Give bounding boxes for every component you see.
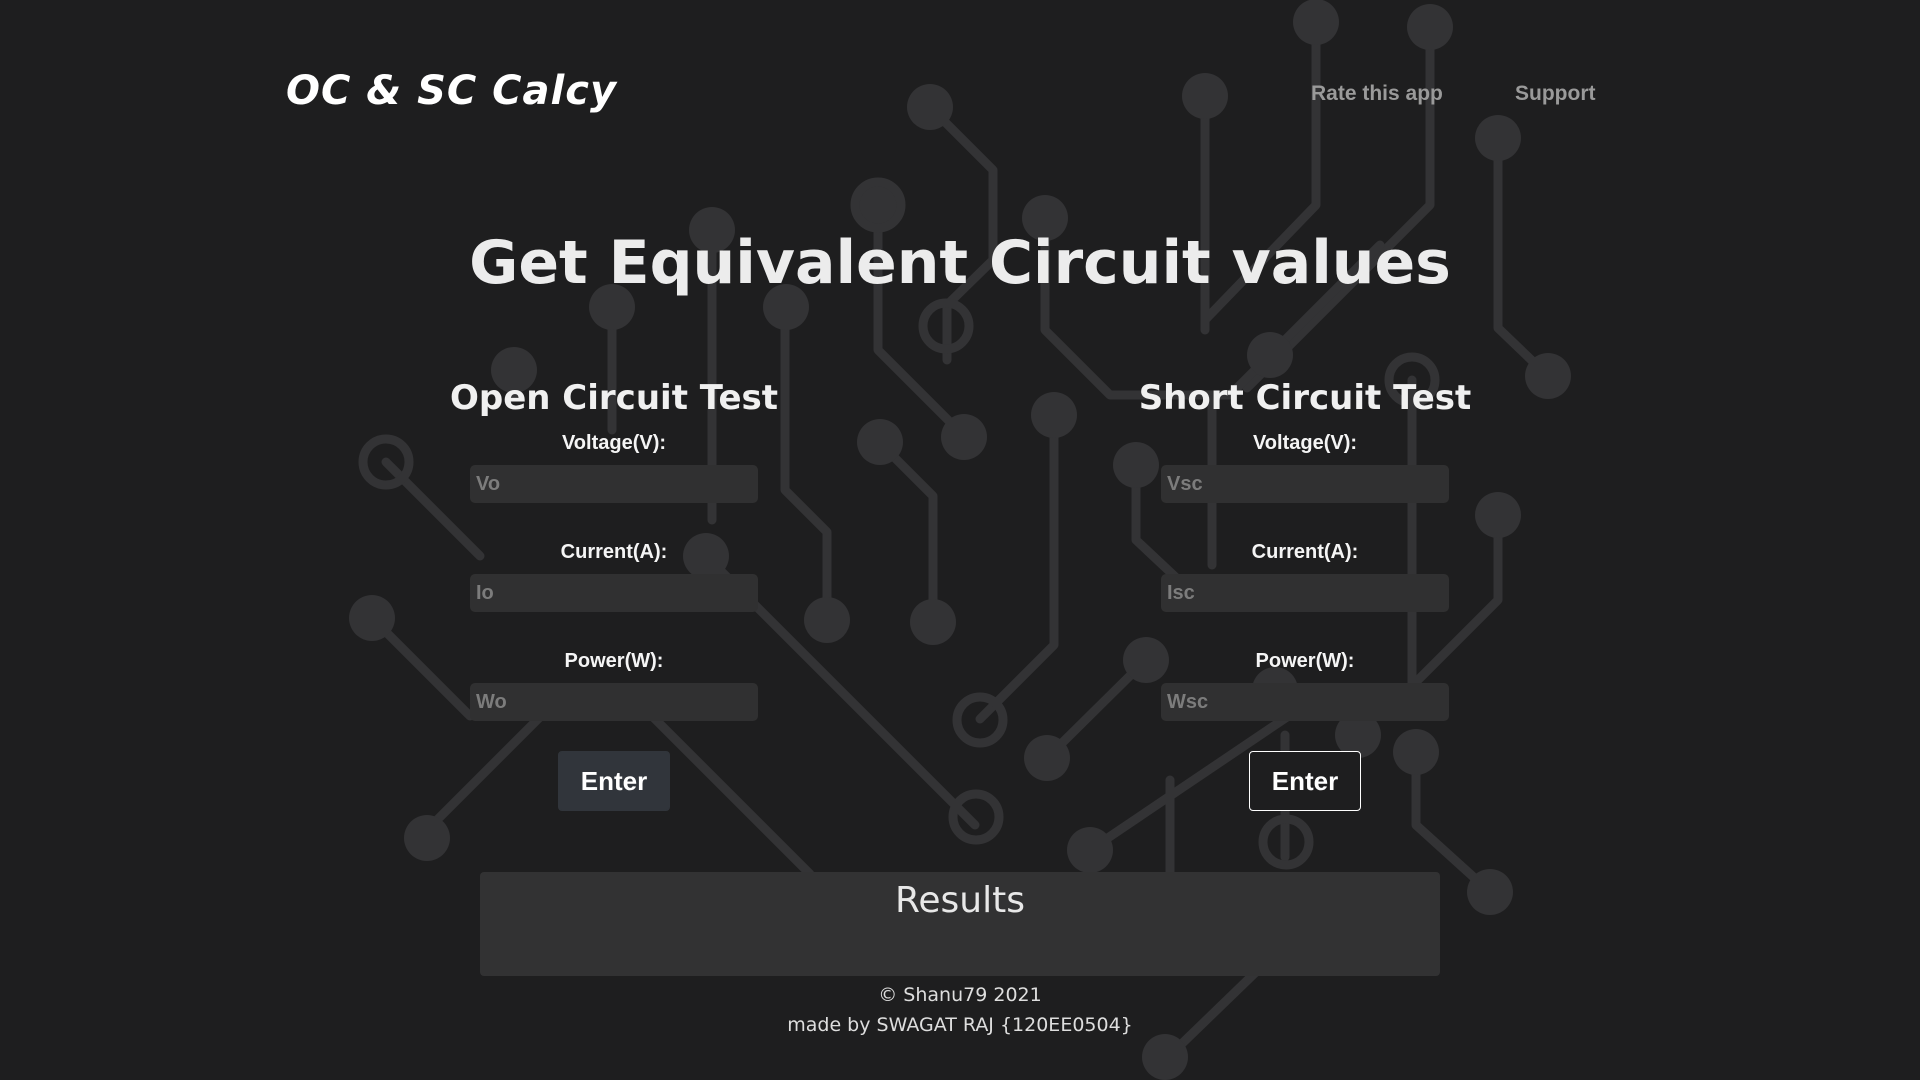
- short-circuit-panel: Short Circuit Test Voltage(V): Current(A…: [1095, 378, 1515, 811]
- oc-enter-button[interactable]: Enter: [558, 751, 670, 811]
- results-title: Results: [895, 880, 1025, 921]
- sc-power-label: Power(W):: [1255, 650, 1355, 672]
- rate-app-link[interactable]: Rate this app: [1311, 82, 1443, 106]
- footer-copyright: © Shanu79 2021: [878, 984, 1042, 1006]
- results-panel: Results: [480, 872, 1440, 976]
- footer-credit: made by SWAGAT RAJ {120EE0504}: [787, 1014, 1133, 1036]
- sc-power-input[interactable]: [1161, 683, 1449, 721]
- support-link[interactable]: Support: [1515, 82, 1595, 106]
- open-circuit-title: Open Circuit Test: [449, 378, 779, 418]
- sc-enter-button[interactable]: Enter: [1249, 751, 1361, 811]
- sc-voltage-input[interactable]: [1161, 465, 1449, 503]
- short-circuit-title: Short Circuit Test: [1138, 378, 1472, 418]
- sc-current-input[interactable]: [1161, 574, 1449, 612]
- page-title: Get Equivalent Circuit values: [469, 228, 1451, 298]
- app-page: OC & SC Calcy Rate this app Support Get …: [0, 0, 1920, 1080]
- open-circuit-panel: Open Circuit Test Voltage(V): Current(A)…: [404, 378, 824, 811]
- sc-voltage-label: Voltage(V):: [1252, 432, 1358, 454]
- oc-voltage-input[interactable]: [470, 465, 758, 503]
- oc-power-label: Power(W):: [564, 650, 664, 672]
- oc-power-input[interactable]: [470, 683, 758, 721]
- oc-current-input[interactable]: [470, 574, 758, 612]
- app-logo[interactable]: OC & SC Calcy: [286, 68, 617, 114]
- sc-current-label: Current(A):: [1251, 541, 1359, 563]
- oc-voltage-label: Voltage(V):: [561, 432, 667, 454]
- footer: © Shanu79 2021 made by SWAGAT RAJ {120EE…: [0, 980, 1920, 1040]
- oc-current-label: Current(A):: [560, 541, 668, 563]
